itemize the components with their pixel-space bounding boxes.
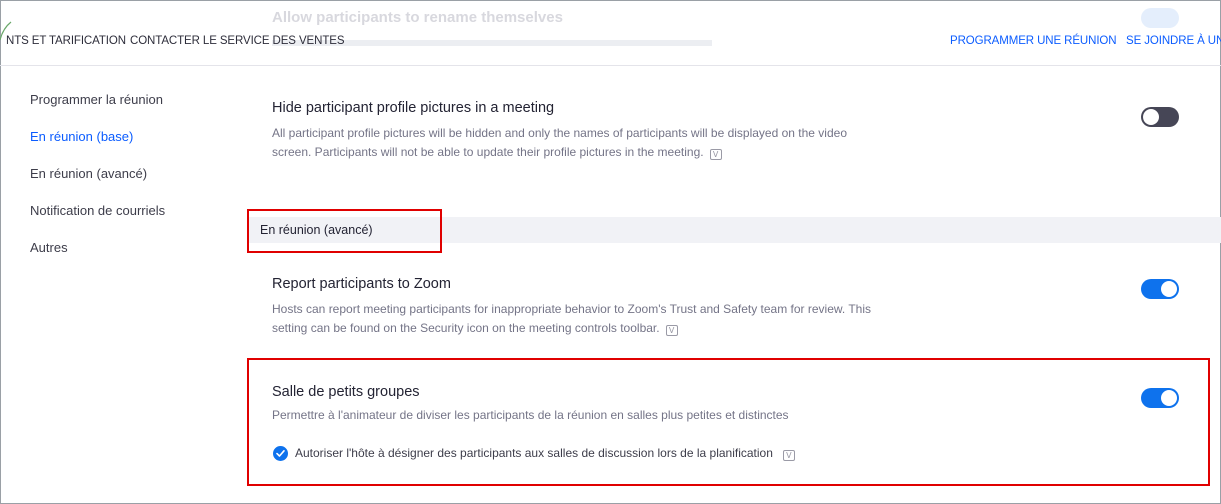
hide-pictures-desc-line1: All participant profile pictures will be… — [272, 126, 847, 140]
highlight-box-section — [247, 209, 442, 253]
top-navigation: NTS ET TARIFICATION CONTACTER LE SERVICE… — [0, 0, 1221, 66]
assign-participants-checkbox[interactable] — [273, 446, 288, 461]
breakout-rooms-description: Permettre à l'animateur de diviser les p… — [272, 408, 789, 422]
nav-link-schedule-meeting[interactable]: PROGRAMMER UNE RÉUNION — [950, 35, 1117, 47]
breakout-rooms-title: Salle de petits groupes — [272, 384, 420, 400]
hide-pictures-desc-line2-wrap: screen. Participants will not be able to… — [272, 143, 952, 162]
report-participants-description: Hosts can report meeting participants fo… — [272, 300, 962, 338]
nav-link-join-meeting[interactable]: SE JOINDRE À UN — [1126, 35, 1221, 47]
breakout-rooms-toggle[interactable] — [1141, 388, 1179, 408]
report-participants-desc-line2: setting can be found on the Security ico… — [272, 321, 660, 335]
sidebar-item-schedule-meeting[interactable]: Programmer la réunion — [30, 92, 220, 129]
toggle-knob — [1161, 390, 1177, 406]
nav-link-contact-sales[interactable]: CONTACTER LE SERVICE DES VENTES — [130, 35, 344, 47]
report-participants-desc-line2-wrap: setting can be found on the Security ico… — [272, 319, 962, 338]
sidebar-item-other[interactable]: Autres — [30, 240, 220, 277]
toggle-knob — [1161, 281, 1177, 297]
version-info-icon[interactable]: V — [709, 149, 722, 160]
hide-pictures-description: All participant profile pictures will be… — [272, 124, 952, 162]
sidebar-item-in-meeting-advanced[interactable]: En réunion (avancé) — [30, 166, 220, 203]
hide-pictures-title: Hide participant profile pictures in a m… — [272, 100, 555, 116]
version-info-icon[interactable]: V — [665, 325, 678, 336]
report-participants-desc-line1: Hosts can report meeting participants fo… — [272, 302, 872, 316]
hide-pictures-toggle[interactable] — [1141, 107, 1179, 127]
assign-participants-label-wrap: Autoriser l'hôte à désigner des particip… — [295, 446, 795, 461]
version-info-icon[interactable]: V — [782, 450, 795, 461]
assign-participants-label: Autoriser l'hôte à désigner des particip… — [295, 446, 773, 460]
report-participants-title: Report participants to Zoom — [272, 276, 451, 292]
hide-pictures-desc-line2: screen. Participants will not be able to… — [272, 145, 704, 159]
checkmark-icon — [276, 450, 285, 457]
nav-link-pricing[interactable]: NTS ET TARIFICATION — [6, 35, 126, 47]
settings-sidebar: Programmer la réunion En réunion (base) … — [30, 92, 220, 277]
report-participants-toggle[interactable] — [1141, 279, 1179, 299]
sidebar-item-in-meeting-basic[interactable]: En réunion (base) — [30, 129, 220, 166]
toggle-knob — [1143, 109, 1159, 125]
sidebar-item-email-notification[interactable]: Notification de courriels — [30, 203, 220, 240]
